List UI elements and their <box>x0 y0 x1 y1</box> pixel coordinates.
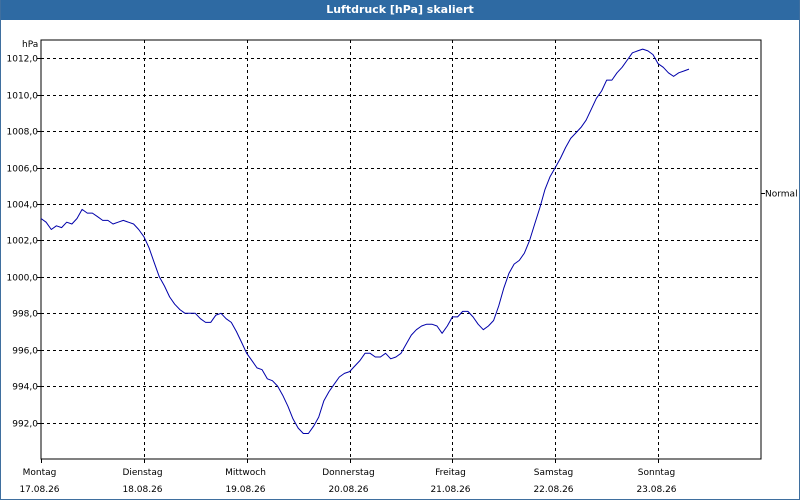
plot-frame <box>40 39 762 460</box>
window-title: Luftdruck [hPa] skaliert <box>1 0 799 20</box>
y-tick-label: 998,0 <box>12 310 38 320</box>
reference-line: Normal <box>761 190 798 200</box>
y-tick-label: 1002,0 <box>7 237 39 247</box>
x-tick-date: 21.08.26 <box>430 485 470 495</box>
series-line-0 <box>40 48 690 434</box>
x-tick-date: 22.08.26 <box>533 485 573 495</box>
y-tick-label: 1008,0 <box>7 128 39 138</box>
x-tick-day: Samstag <box>534 468 573 478</box>
chart-window: Luftdruck [hPa] skaliert 992,0 994,0 996,0… <box>0 0 800 500</box>
grid <box>40 39 762 460</box>
x-tick-day: Sonntag <box>638 468 675 478</box>
x-tick-day: Montag <box>23 468 57 478</box>
y-tick-label: 1006,0 <box>7 165 39 175</box>
y-axis-label: hPa <box>22 40 38 50</box>
x-tick-day: Freitag <box>435 468 466 478</box>
axis-ticks: 992,0 994,0 996,0 998,0 1000,0 1002,0 1004,0 10… <box>7 55 677 496</box>
normal-label: Normal <box>765 190 798 200</box>
series <box>40 48 690 434</box>
y-tick-label: 1012,0 <box>7 55 39 65</box>
pressure-chart: 992,0 994,0 996,0 998,0 1000,0 1002,0 1004,0 10… <box>7 39 798 496</box>
y-tick-label: 992,0 <box>12 420 38 430</box>
y-tick-label: 996,0 <box>12 347 38 357</box>
x-tick-date: 20.08.26 <box>328 485 368 495</box>
x-tick-day: Dienstag <box>122 468 162 478</box>
y-tick-label: 994,0 <box>12 383 38 393</box>
x-tick-date: 19.08.26 <box>225 485 265 495</box>
y-tick-label: 1004,0 <box>7 201 39 211</box>
x-tick-date: 23.08.26 <box>636 485 676 495</box>
x-tick-date: 17.08.26 <box>19 485 59 495</box>
y-tick-label: 1010,0 <box>7 92 39 102</box>
x-tick-date: 18.08.26 <box>122 485 162 495</box>
x-tick-day: Mittwoch <box>225 468 266 478</box>
y-tick-label: 1000,0 <box>7 274 39 284</box>
x-tick-day: Donnerstag <box>322 468 375 478</box>
